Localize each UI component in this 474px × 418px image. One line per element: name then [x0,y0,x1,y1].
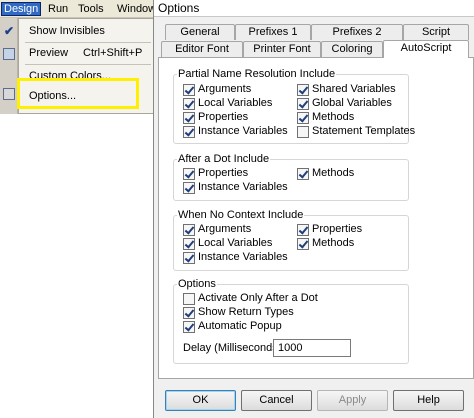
checkbox-label: Activate Only After a Dot [198,292,318,304]
checkbox-partial-global-variables[interactable]: Global Variables [297,97,392,110]
menu-separator [25,64,151,65]
group-after-a-dot [173,159,409,201]
checkbox-box[interactable] [297,83,309,96]
checkbox-label: Instance Variables [198,125,288,137]
group-label-partial: Partial Name Resolution Include [177,68,337,80]
menu-bar: Design Run Tools Window [0,0,158,18]
checkbox-label: Show Return Types [198,306,294,318]
checkbox-box[interactable] [183,83,195,96]
apply-button[interactable]: Apply [317,390,388,411]
help-button[interactable]: Help [393,390,464,411]
cancel-button[interactable]: Cancel [241,390,312,411]
ok-button[interactable]: OK [165,390,236,411]
checkbox-label: Local Variables [198,97,273,109]
dialog-title: Options [158,1,200,15]
menu-window[interactable]: Window [115,2,158,16]
checkbox-label: Instance Variables [198,251,288,263]
checkmark-icon: ✔ [4,24,15,38]
tab-autoscript[interactable]: AutoScript [383,40,469,58]
tab-general[interactable]: General [165,24,235,40]
checkbox-label: Methods [312,167,355,179]
checkbox-box[interactable] [297,223,309,236]
checkbox-label: Arguments [198,83,252,95]
tab-script[interactable]: Script [403,24,469,40]
tab-printer-font[interactable]: Printer Font [243,41,321,57]
checkbox-box[interactable] [297,111,309,124]
checkbox-box[interactable] [183,111,195,124]
checkbox-label: Shared Variables [312,83,396,95]
checkbox-label: Statement Templates [312,125,416,137]
options-highlight-box [17,78,139,109]
checkbox-nocontext-methods[interactable]: Methods [297,237,354,250]
checkbox-label: Properties [198,167,249,179]
checkbox-box[interactable] [183,306,195,319]
checkbox-label: Methods [312,111,355,123]
checkbox-automatic-popup[interactable]: Automatic Popup [183,320,282,333]
checkbox-box[interactable] [183,251,195,264]
checkbox-partial-statement-templates[interactable]: Statement Templates [297,125,415,138]
checkbox-box[interactable] [183,125,195,138]
tab-prefixes-2[interactable]: Prefixes 2 [311,24,403,40]
options-icon [3,88,15,100]
preview-icon [3,48,15,60]
checkbox-label: Properties [198,111,249,123]
menu-item-preview[interactable]: Preview [29,45,68,61]
checkbox-label: Automatic Popup [198,320,282,332]
checkbox-label: Arguments [198,223,252,235]
background-area [0,114,155,418]
checkbox-dot-methods[interactable]: Methods [297,167,354,180]
checkbox-label: Local Variables [198,237,273,249]
checkbox-box[interactable] [297,167,309,180]
checkbox-nocontext-instance-variables[interactable]: Instance Variables [183,251,288,264]
checkbox-label: Global Variables [312,97,392,109]
menu-item-show-invisibles[interactable]: Show Invisibles [29,23,105,39]
checkbox-box[interactable] [183,97,195,110]
menu-item-preview-shortcut: Ctrl+Shift+P [83,47,143,59]
delay-milliseconds-input[interactable] [273,339,351,357]
checkbox-box[interactable] [183,292,195,305]
options-dialog: Options General Prefixes 1 Prefixes 2 Sc… [153,0,474,418]
group-label-after-dot: After a Dot Include [177,153,271,165]
group-label-no-context: When No Context Include [177,209,305,221]
checkbox-box[interactable] [297,237,309,250]
checkbox-label: Properties [312,223,363,235]
menu-design[interactable]: Design [1,2,42,16]
tab-editor-font[interactable]: Editor Font [161,41,243,57]
tab-prefixes-1[interactable]: Prefixes 1 [235,24,311,40]
menu-run[interactable]: Run [46,2,70,16]
checkbox-dot-properties[interactable]: Properties [183,167,248,180]
menu-tools[interactable]: Tools [76,2,106,16]
checkbox-box[interactable] [183,223,195,236]
checkbox-box[interactable] [297,97,309,110]
checkbox-box[interactable] [183,181,195,194]
checkbox-nocontext-local-variables[interactable]: Local Variables [183,237,272,250]
checkbox-box[interactable] [183,320,195,333]
checkbox-nocontext-arguments[interactable]: Arguments [183,223,251,236]
delay-label: Delay (Milliseconds): [183,342,285,354]
checkbox-box[interactable] [183,167,195,180]
menu-separator [25,42,151,43]
checkbox-partial-properties[interactable]: Properties [183,111,248,124]
checkbox-box[interactable] [183,237,195,250]
tab-coloring[interactable]: Coloring [321,41,383,57]
checkbox-partial-instance-variables[interactable]: Instance Variables [183,125,288,138]
checkbox-partial-shared-variables[interactable]: Shared Variables [297,83,396,96]
checkbox-partial-methods[interactable]: Methods [297,111,354,124]
checkbox-partial-arguments[interactable]: Arguments [183,83,251,96]
checkbox-nocontext-properties[interactable]: Properties [297,223,362,236]
checkbox-show-return-types[interactable]: Show Return Types [183,306,294,319]
checkbox-box[interactable] [297,125,309,138]
checkbox-dot-instance-variables[interactable]: Instance Variables [183,181,288,194]
autoscript-panel: Partial Name Resolution Include Argument… [158,57,474,379]
group-label-options: Options [177,278,217,290]
checkbox-label: Methods [312,237,355,249]
checkbox-label: Instance Variables [198,181,288,193]
dialog-titlebar: Options [154,0,474,17]
checkbox-partial-local-variables[interactable]: Local Variables [183,97,272,110]
checkbox-activate-only-after-dot[interactable]: Activate Only After a Dot [183,292,318,305]
